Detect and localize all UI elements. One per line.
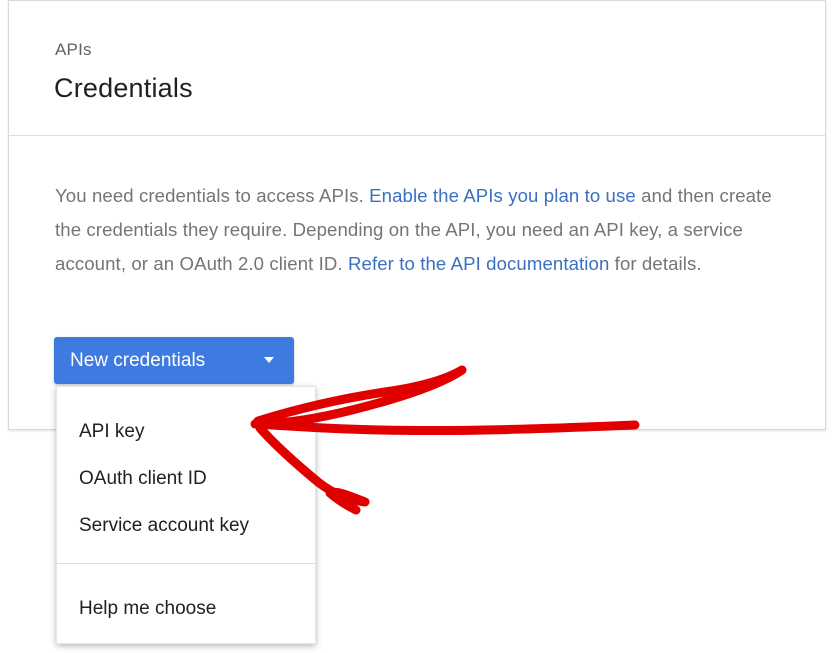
menu-item-label: OAuth client ID: [79, 468, 207, 489]
page-title: Credentials: [54, 73, 193, 103]
description-part-1: You need credentials to access APIs.: [55, 185, 370, 206]
menu-item-label: Service account key: [79, 515, 250, 536]
new-credentials-button[interactable]: New credentials: [54, 337, 294, 384]
description-part-3: for details.: [609, 253, 702, 274]
credentials-dropdown-menu: API key OAuth client ID Service account …: [56, 386, 316, 644]
credentials-page: APIs Credentials You need credentials to…: [0, 0, 832, 653]
card-header: APIs Credentials: [9, 1, 825, 136]
description-text: You need credentials to access APIs. Ena…: [55, 179, 790, 281]
menu-item-service-account-key[interactable]: Service account key: [57, 503, 315, 549]
section-eyebrow: APIs: [55, 40, 92, 59]
menu-item-label: API key: [79, 421, 145, 442]
new-credentials-label: New credentials: [70, 349, 206, 371]
menu-divider: [57, 563, 315, 564]
api-documentation-link[interactable]: Refer to the API documentation: [348, 253, 609, 274]
enable-apis-link[interactable]: Enable the APIs you plan to use: [369, 185, 636, 206]
menu-item-oauth-client-id[interactable]: OAuth client ID: [57, 456, 315, 502]
menu-item-label: Help me choose: [79, 598, 217, 619]
menu-item-api-key[interactable]: API key: [57, 409, 315, 455]
caret-down-icon: [264, 357, 274, 363]
menu-item-help-me-choose[interactable]: Help me choose: [57, 586, 315, 632]
